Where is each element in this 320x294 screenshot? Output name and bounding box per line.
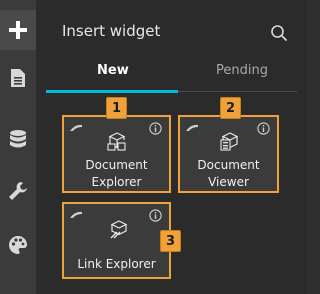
plus-icon xyxy=(9,21,27,39)
insert-widget-panel: Insert widget New Pending Document Explo… xyxy=(36,0,307,294)
palette-icon xyxy=(9,236,27,254)
callout-badge-3: 3 xyxy=(160,230,181,252)
theme-rail-button[interactable] xyxy=(0,225,36,265)
link-explorer-icon xyxy=(110,220,128,239)
callout-badge-1: 1 xyxy=(106,97,127,119)
page-icon xyxy=(11,69,25,87)
tools-rail-button[interactable] xyxy=(0,171,36,211)
page-rail-button[interactable] xyxy=(0,58,36,98)
document-viewer-icon xyxy=(220,132,239,151)
widget-label: Link Explorer xyxy=(77,257,156,271)
wrench-icon xyxy=(9,182,27,200)
tab-pending[interactable]: Pending xyxy=(216,63,268,78)
panel-title: Insert widget xyxy=(62,22,161,40)
drag-handle-icon xyxy=(186,124,198,131)
active-tab-indicator xyxy=(46,90,178,93)
left-rail xyxy=(0,0,36,294)
tab-new[interactable]: New xyxy=(97,63,129,78)
drag-handle-icon xyxy=(70,124,82,131)
document-explorer-icon xyxy=(107,132,126,151)
search-icon[interactable] xyxy=(270,24,288,42)
widget-label-line1: Document xyxy=(197,158,260,172)
widget-label-line2: Viewer xyxy=(208,175,249,189)
widget-label-line1: Document xyxy=(85,158,148,172)
drag-handle-icon xyxy=(70,211,82,218)
info-icon[interactable] xyxy=(257,122,270,135)
info-icon[interactable] xyxy=(149,122,162,135)
widget-card-link-explorer[interactable]: Link Explorer xyxy=(62,202,171,279)
insert-widget-rail-button[interactable] xyxy=(0,10,36,50)
data-rail-button[interactable] xyxy=(0,119,36,159)
widget-card-document-explorer[interactable]: Document Explorer xyxy=(62,115,171,193)
info-icon[interactable] xyxy=(149,209,162,222)
widget-label-line2: Explorer xyxy=(91,175,142,189)
widget-card-document-viewer[interactable]: Document Viewer xyxy=(178,115,279,193)
database-icon xyxy=(10,130,26,148)
callout-badge-2: 2 xyxy=(220,97,241,119)
